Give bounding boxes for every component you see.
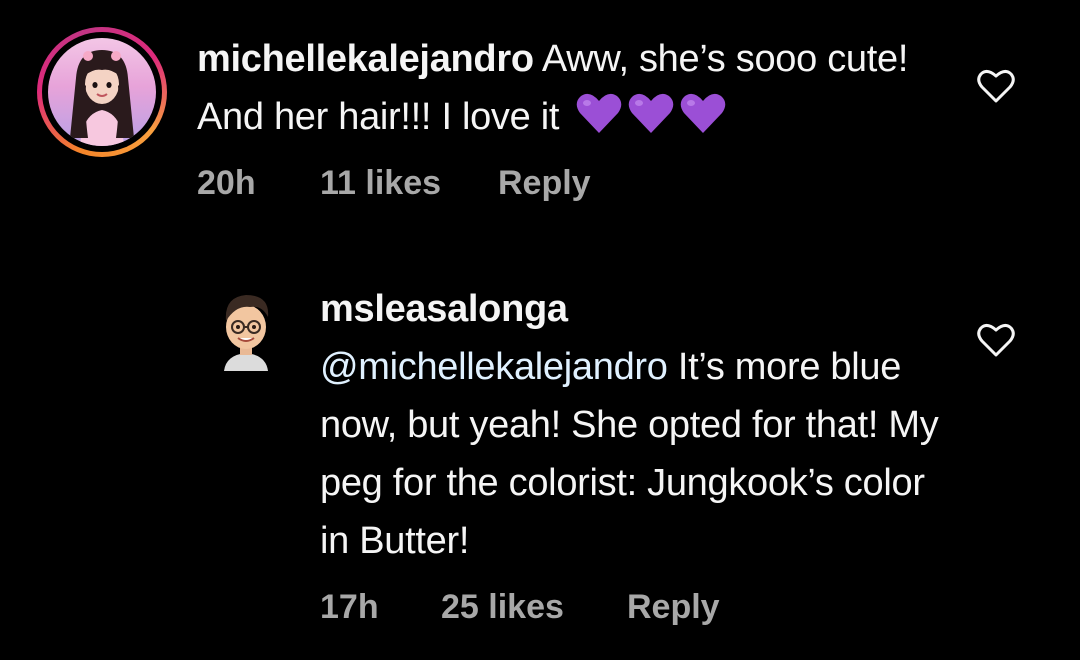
comment-likes[interactable]: 11 likes [320, 164, 441, 203]
comment-body: michellekalejandro Aww, she’s sooo cute!… [197, 30, 927, 152]
comment-likes[interactable]: 25 likes [441, 588, 564, 627]
reply-button[interactable]: Reply [498, 164, 591, 203]
reply-button[interactable]: Reply [627, 588, 720, 627]
like-button[interactable] [977, 68, 1015, 104]
heart-outline-icon [977, 69, 1015, 103]
heart-outline-icon [977, 323, 1015, 357]
like-button[interactable] [977, 322, 1015, 358]
story-ring-avatar[interactable] [37, 27, 167, 157]
comment: michellekalejandro Aww, she’s sooo cute!… [0, 0, 1080, 230]
girl-portrait-icon [70, 50, 134, 146]
comment-text-block: @michellekalejandro It’s more blue now, … [320, 338, 960, 570]
purple-heart-emoji-icon [575, 91, 727, 152]
comment-time: 17h [320, 588, 379, 626]
mention-link[interactable]: @michellekalejandro [320, 346, 668, 388]
comment-time: 20h [197, 164, 256, 202]
comment-body: msleasalonga @michellekalejandro It’s mo… [320, 280, 960, 570]
comment-username[interactable]: michellekalejandro [197, 38, 534, 80]
avatar [48, 38, 156, 146]
bitmoji-avatar-icon [224, 295, 269, 371]
reply-comment: msleasalonga @michellekalejandro It’s mo… [0, 270, 1080, 660]
comment-username[interactable]: msleasalonga [320, 280, 960, 338]
avatar[interactable] [218, 287, 274, 371]
